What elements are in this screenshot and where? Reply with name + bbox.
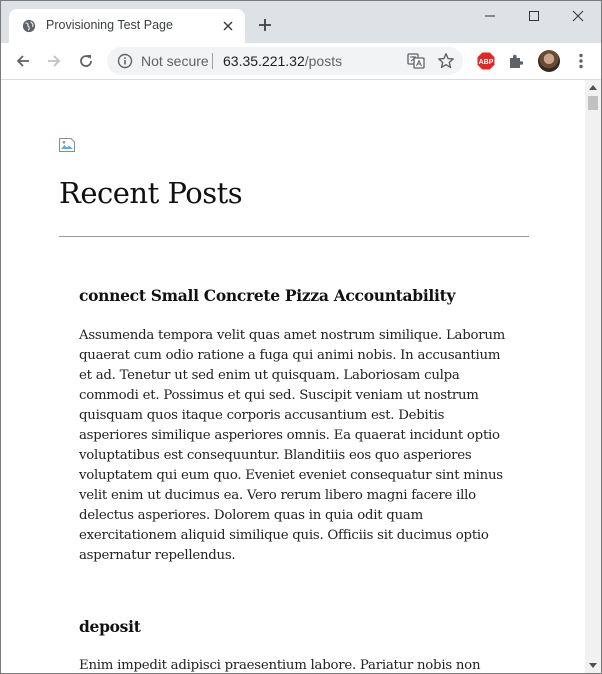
post-body: Assumenda tempora velit quas amet nostru…	[79, 328, 505, 563]
window-close-icon	[572, 10, 584, 22]
tab-close-button[interactable]	[220, 18, 236, 34]
reload-icon	[80, 55, 92, 67]
avatar[interactable]	[538, 50, 560, 72]
menu-dots-icon[interactable]	[571, 51, 591, 71]
url-path: /posts	[304, 53, 343, 69]
url-text: 63.35.221.32/posts	[223, 53, 342, 69]
tab-strip: Provisioning Test Page	[1, 1, 601, 43]
heading-divider	[59, 236, 529, 237]
tab-active[interactable]: Provisioning Test Page	[9, 9, 245, 43]
maximize-button[interactable]	[511, 1, 557, 31]
arrow-up-icon	[589, 85, 597, 90]
globe-icon	[22, 19, 36, 33]
new-tab-button[interactable]	[254, 14, 276, 36]
address-separator	[212, 53, 213, 69]
window-close-button[interactable]	[555, 1, 601, 31]
back-button[interactable]	[11, 49, 35, 73]
translate-icon[interactable]	[407, 52, 425, 70]
browser-toolbar: Not secure 63.35.221.32/posts ABP	[1, 43, 601, 80]
minimize-icon	[485, 15, 495, 17]
scroll-down-button[interactable]	[585, 659, 601, 673]
post-title: deposit	[79, 617, 141, 636]
star-icon[interactable]	[437, 52, 455, 70]
tab-title: Provisioning Test Page	[46, 18, 173, 32]
page-content: Recent Posts connect Small Concrete Pizz…	[1, 80, 585, 673]
close-icon	[223, 21, 233, 31]
back-icon	[16, 55, 29, 67]
url-host: 63.35.221.32	[223, 53, 305, 69]
minimize-button[interactable]	[467, 1, 513, 31]
forward-icon	[48, 55, 61, 67]
plus-icon	[259, 19, 271, 31]
post-title: connect Small Concrete Pizza Accountabil…	[79, 286, 456, 305]
scroll-up-button[interactable]	[585, 80, 601, 94]
browser-window: Provisioning Test Page Not secure 63.35.…	[0, 0, 602, 674]
adblock-badge-text: ABP	[479, 59, 494, 66]
vertical-scrollbar[interactable]	[585, 80, 601, 673]
arrow-down-icon	[589, 663, 597, 668]
puzzle-icon[interactable]	[507, 52, 525, 70]
info-icon[interactable]	[117, 53, 133, 69]
broken-image-icon	[59, 138, 75, 152]
adblock-icon[interactable]: ABP	[477, 52, 495, 70]
security-label: Not secure	[141, 53, 209, 69]
maximize-icon	[529, 11, 539, 21]
post-body: Enim impedit adipisci praesentium labore…	[79, 658, 481, 673]
forward-button[interactable]	[42, 49, 66, 73]
scrollbar-thumb[interactable]	[588, 96, 598, 110]
address-bar[interactable]: Not secure 63.35.221.32/posts	[107, 47, 463, 75]
page-title: Recent Posts	[59, 176, 243, 210]
reload-button[interactable]	[74, 49, 98, 73]
